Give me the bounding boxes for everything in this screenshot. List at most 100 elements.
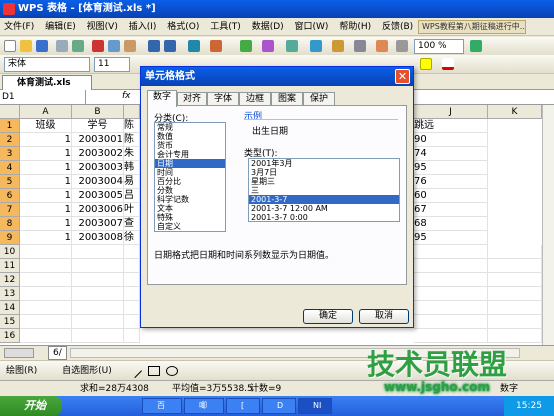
cell-c[interactable]: 朱 bbox=[124, 147, 140, 161]
cell-i[interactable] bbox=[414, 287, 488, 301]
draw-menu[interactable]: 绘图(R) bbox=[6, 366, 37, 376]
cell-b[interactable]: 2003004 bbox=[72, 175, 124, 189]
cell-c[interactable]: 吕 bbox=[124, 189, 140, 203]
menu-format[interactable]: 格式(O) bbox=[163, 18, 203, 36]
cell-b[interactable]: 学号 bbox=[72, 119, 124, 133]
cell-c[interactable]: 查 bbox=[124, 217, 140, 231]
save-icon[interactable] bbox=[36, 40, 48, 52]
cell-b[interactable]: 2003007 bbox=[72, 217, 124, 231]
cell-i[interactable]: 60 bbox=[414, 189, 488, 203]
cell-a[interactable] bbox=[20, 315, 72, 329]
cell-a[interactable]: 1 bbox=[20, 203, 72, 217]
chart-icon[interactable] bbox=[240, 40, 252, 52]
cell-i[interactable]: 74 bbox=[414, 147, 488, 161]
cell-i[interactable] bbox=[414, 273, 488, 287]
type-item[interactable]: 三 bbox=[249, 186, 399, 195]
col-header-k[interactable]: K bbox=[488, 105, 542, 119]
cell-k[interactable] bbox=[488, 315, 542, 329]
name-box[interactable]: D1 bbox=[0, 90, 86, 104]
cell-c[interactable]: 易 bbox=[124, 175, 140, 189]
cell-c[interactable]: 陈 bbox=[124, 133, 140, 147]
oval-icon[interactable] bbox=[166, 366, 178, 376]
menu-feedback[interactable]: 反馈(B) bbox=[378, 18, 417, 36]
menu-view[interactable]: 视图(V) bbox=[83, 18, 122, 36]
cell-k[interactable] bbox=[488, 301, 542, 315]
cell-c[interactable] bbox=[124, 287, 140, 301]
cell-i[interactable]: 67 bbox=[414, 203, 488, 217]
insert-icon[interactable] bbox=[286, 40, 298, 52]
category-item[interactable]: 货币 bbox=[155, 141, 225, 150]
close-icon[interactable]: ✕ bbox=[395, 69, 410, 84]
cancel-button[interactable]: 取消 bbox=[359, 309, 409, 324]
menu-tools[interactable]: 工具(T) bbox=[206, 18, 245, 36]
category-item[interactable]: 时间 bbox=[155, 168, 225, 177]
cell-i[interactable]: 68 bbox=[414, 217, 488, 231]
zoom-select[interactable]: 100 % bbox=[414, 39, 464, 54]
select-all-corner[interactable] bbox=[0, 105, 20, 119]
cell-i[interactable]: 90 bbox=[414, 133, 488, 147]
autoshape-menu[interactable]: 自选图形(U) bbox=[62, 366, 112, 376]
cell-c[interactable] bbox=[124, 245, 140, 259]
type-list[interactable]: 2001年3月 3月7日 星期三三 2001-3-7 2001-3-7 12:00 AM… bbox=[248, 158, 400, 222]
cell-a[interactable] bbox=[20, 273, 72, 287]
menu-window[interactable]: 窗口(W) bbox=[291, 18, 333, 36]
cell-i[interactable] bbox=[414, 329, 488, 343]
cell-k[interactable] bbox=[488, 329, 542, 343]
cell-b[interactable] bbox=[72, 259, 124, 273]
tab-font[interactable]: 字体 bbox=[207, 92, 239, 106]
copy-icon[interactable] bbox=[108, 40, 120, 52]
undo-icon[interactable] bbox=[148, 40, 160, 52]
type-item[interactable]: 2001年3月 bbox=[249, 159, 399, 168]
cell-b[interactable]: 2003005 bbox=[72, 189, 124, 203]
cell-i[interactable] bbox=[414, 245, 488, 259]
drawing-icon[interactable] bbox=[262, 40, 274, 52]
cell-c[interactable] bbox=[124, 273, 140, 287]
category-list[interactable]: 常规 数值 货币 会计专用 日期 时间 百分比 分数 科学记数 文本 特殊 自定义 bbox=[154, 122, 226, 232]
cell-k[interactable] bbox=[488, 273, 542, 287]
cell-a[interactable] bbox=[20, 301, 72, 315]
ok-button[interactable]: 确定 bbox=[303, 309, 353, 324]
menu-file[interactable]: 文件(F) bbox=[0, 18, 38, 36]
help-icon[interactable] bbox=[470, 40, 482, 52]
task-item-5[interactable]: NI bbox=[298, 398, 332, 414]
cell-a[interactable] bbox=[20, 329, 72, 343]
task-item-2[interactable]: 唧 bbox=[184, 398, 224, 414]
category-item[interactable]: 分数 bbox=[155, 186, 225, 195]
category-item[interactable]: 百分比 bbox=[155, 177, 225, 186]
row-header[interactable]: 13 bbox=[0, 287, 20, 301]
category-item[interactable]: 特殊 bbox=[155, 213, 225, 222]
cell-k[interactable] bbox=[488, 259, 542, 273]
cell-a[interactable] bbox=[20, 287, 72, 301]
cell-i[interactable]: 跳远 bbox=[414, 119, 488, 133]
fill-color-icon[interactable] bbox=[420, 58, 432, 70]
preview-icon[interactable] bbox=[72, 40, 84, 52]
open-icon[interactable] bbox=[20, 40, 32, 52]
row-header[interactable]: 4 bbox=[0, 161, 20, 175]
task-item-1[interactable]: 百 bbox=[142, 398, 182, 414]
col-header-a[interactable]: A bbox=[20, 105, 72, 119]
cell-c[interactable] bbox=[124, 329, 140, 343]
link-icon[interactable] bbox=[310, 40, 322, 52]
paste-icon[interactable] bbox=[124, 40, 136, 52]
cell-b[interactable] bbox=[72, 329, 124, 343]
cell-a[interactable]: 1 bbox=[20, 175, 72, 189]
col-header-j[interactable]: J bbox=[414, 105, 488, 119]
row-header[interactable]: 1 bbox=[0, 119, 20, 133]
col-header-c[interactable] bbox=[124, 105, 140, 119]
row-header[interactable]: 7 bbox=[0, 203, 20, 217]
category-item[interactable]: 常规 bbox=[155, 123, 225, 132]
filter-icon[interactable] bbox=[332, 40, 344, 52]
row-header[interactable]: 14 bbox=[0, 301, 20, 315]
properties-icon[interactable] bbox=[396, 40, 408, 52]
cell-a[interactable]: 1 bbox=[20, 231, 72, 245]
type-item[interactable]: 3月7日 bbox=[249, 168, 399, 177]
cut-icon[interactable] bbox=[92, 40, 104, 52]
font-color-icon[interactable] bbox=[442, 58, 454, 70]
cell-b[interactable]: 2003006 bbox=[72, 203, 124, 217]
category-item[interactable]: 自定义 bbox=[155, 222, 225, 231]
cell-a[interactable] bbox=[20, 245, 72, 259]
start-button[interactable]: 开始 bbox=[0, 396, 62, 416]
cell-b[interactable] bbox=[72, 287, 124, 301]
cell-a[interactable]: 1 bbox=[20, 161, 72, 175]
cell-i[interactable] bbox=[414, 315, 488, 329]
